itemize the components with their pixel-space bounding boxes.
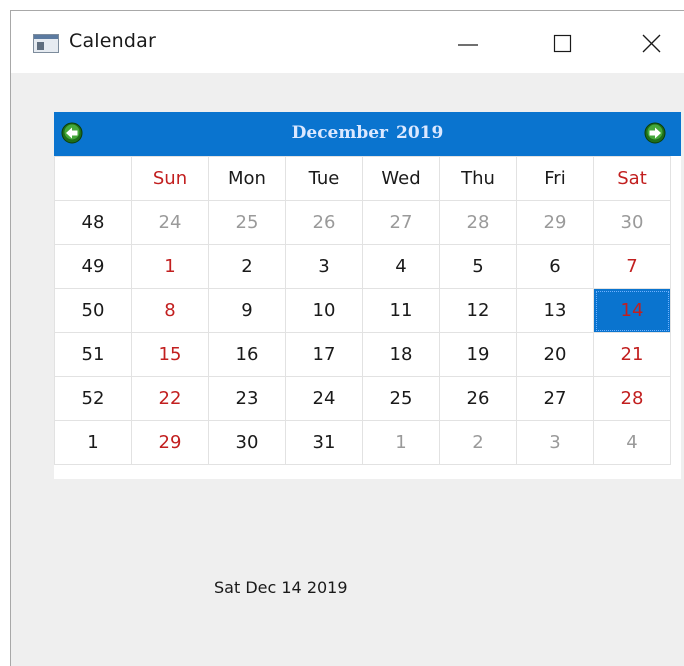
arrow-right-icon [644, 122, 666, 144]
calendar-week-row: 51 15 16 17 18 19 20 21 [54, 332, 671, 377]
day-header-sun: Sun [131, 156, 209, 201]
window-title: Calendar [69, 30, 157, 52]
calendar-day[interactable]: 3 [285, 244, 363, 289]
calendar-day[interactable]: 1 [362, 420, 440, 465]
close-icon [642, 34, 661, 53]
calendar-week-row: 1 29 30 31 1 2 3 4 [54, 420, 671, 465]
calendar-day[interactable]: 24 [285, 376, 363, 421]
calendar-day[interactable]: 26 [285, 200, 363, 245]
calendar-day[interactable]: 20 [516, 332, 594, 377]
calendar-navigation-bar: December 2019 [54, 112, 681, 156]
calendar-day-selected[interactable]: 14 [593, 288, 671, 333]
calendar-day[interactable]: 8 [131, 288, 209, 333]
calendar-day[interactable]: 10 [285, 288, 363, 333]
calendar-day[interactable]: 15 [131, 332, 209, 377]
calendar-week-row: 48 24 25 26 27 28 29 30 [54, 200, 671, 245]
calendar-week-row: 52 22 23 24 25 26 27 28 [54, 376, 671, 421]
calendar-day[interactable]: 26 [439, 376, 517, 421]
week-number: 52 [54, 376, 132, 421]
calendar-day[interactable]: 28 [593, 376, 671, 421]
calendar-day[interactable]: 7 [593, 244, 671, 289]
day-header-tue: Tue [285, 156, 363, 201]
calendar-day[interactable]: 31 [285, 420, 363, 465]
calendar-week-row: 50 8 9 10 11 12 13 14 [54, 288, 671, 333]
calendar-day[interactable]: 9 [208, 288, 286, 333]
calendar-grid: Sun Mon Tue Wed Thu Fri Sat 48 24 25 26 27 28… [54, 156, 671, 465]
calendar-day[interactable]: 5 [439, 244, 517, 289]
day-header-mon: Mon [208, 156, 286, 201]
week-number: 48 [54, 200, 132, 245]
calendar-day[interactable]: 22 [131, 376, 209, 421]
maximize-icon [553, 34, 572, 53]
week-number: 51 [54, 332, 132, 377]
calendar-day[interactable]: 17 [285, 332, 363, 377]
week-number-header [54, 156, 132, 201]
maximize-button[interactable] [542, 27, 582, 59]
calendar-day[interactable]: 23 [208, 376, 286, 421]
calendar-day[interactable]: 25 [208, 200, 286, 245]
year-selector[interactable]: 2019 [396, 123, 443, 143]
calendar-day[interactable]: 29 [131, 420, 209, 465]
calendar-day[interactable]: 30 [208, 420, 286, 465]
calendar-day[interactable]: 21 [593, 332, 671, 377]
calendar-widget[interactable]: December 2019 Sun Mon Tue Wed Thu Fri Sa… [54, 112, 681, 479]
calendar-day[interactable]: 29 [516, 200, 594, 245]
selected-date-label: Sat Dec 14 2019 [214, 578, 348, 597]
day-header-fri: Fri [516, 156, 594, 201]
calendar-day[interactable]: 1 [131, 244, 209, 289]
calendar-day[interactable]: 24 [131, 200, 209, 245]
calendar-day[interactable]: 27 [362, 200, 440, 245]
calendar-day[interactable]: 18 [362, 332, 440, 377]
calendar-week-row: 49 1 2 3 4 5 6 7 [54, 244, 671, 289]
calendar-day[interactable]: 12 [439, 288, 517, 333]
minimize-icon [458, 44, 478, 46]
minimize-button[interactable] [448, 27, 488, 59]
calendar-day[interactable]: 3 [516, 420, 594, 465]
calendar-day[interactable]: 25 [362, 376, 440, 421]
month-selector[interactable]: December [292, 123, 388, 143]
calendar-day[interactable]: 2 [208, 244, 286, 289]
app-window-icon [33, 34, 59, 53]
calendar-day[interactable]: 11 [362, 288, 440, 333]
day-header-wed: Wed [362, 156, 440, 201]
week-number: 1 [54, 420, 132, 465]
calendar-day[interactable]: 27 [516, 376, 594, 421]
calendar-window: Calendar December 2019 Sun Mon Tue Wed T… [10, 10, 684, 666]
calendar-day[interactable]: 28 [439, 200, 517, 245]
month-year-label: December 2019 [54, 123, 681, 143]
day-header-sat: Sat [593, 156, 671, 201]
next-month-button[interactable] [644, 122, 666, 144]
calendar-day[interactable]: 4 [362, 244, 440, 289]
calendar-day[interactable]: 30 [593, 200, 671, 245]
day-header-thu: Thu [439, 156, 517, 201]
title-bar[interactable]: Calendar [11, 11, 684, 73]
calendar-day[interactable]: 19 [439, 332, 517, 377]
calendar-day[interactable]: 6 [516, 244, 594, 289]
calendar-day[interactable]: 4 [593, 420, 671, 465]
close-button[interactable] [632, 27, 672, 59]
day-header-row: Sun Mon Tue Wed Thu Fri Sat [54, 156, 671, 201]
week-number: 49 [54, 244, 132, 289]
calendar-day[interactable]: 2 [439, 420, 517, 465]
week-number: 50 [54, 288, 132, 333]
calendar-day[interactable]: 16 [208, 332, 286, 377]
calendar-day[interactable]: 13 [516, 288, 594, 333]
